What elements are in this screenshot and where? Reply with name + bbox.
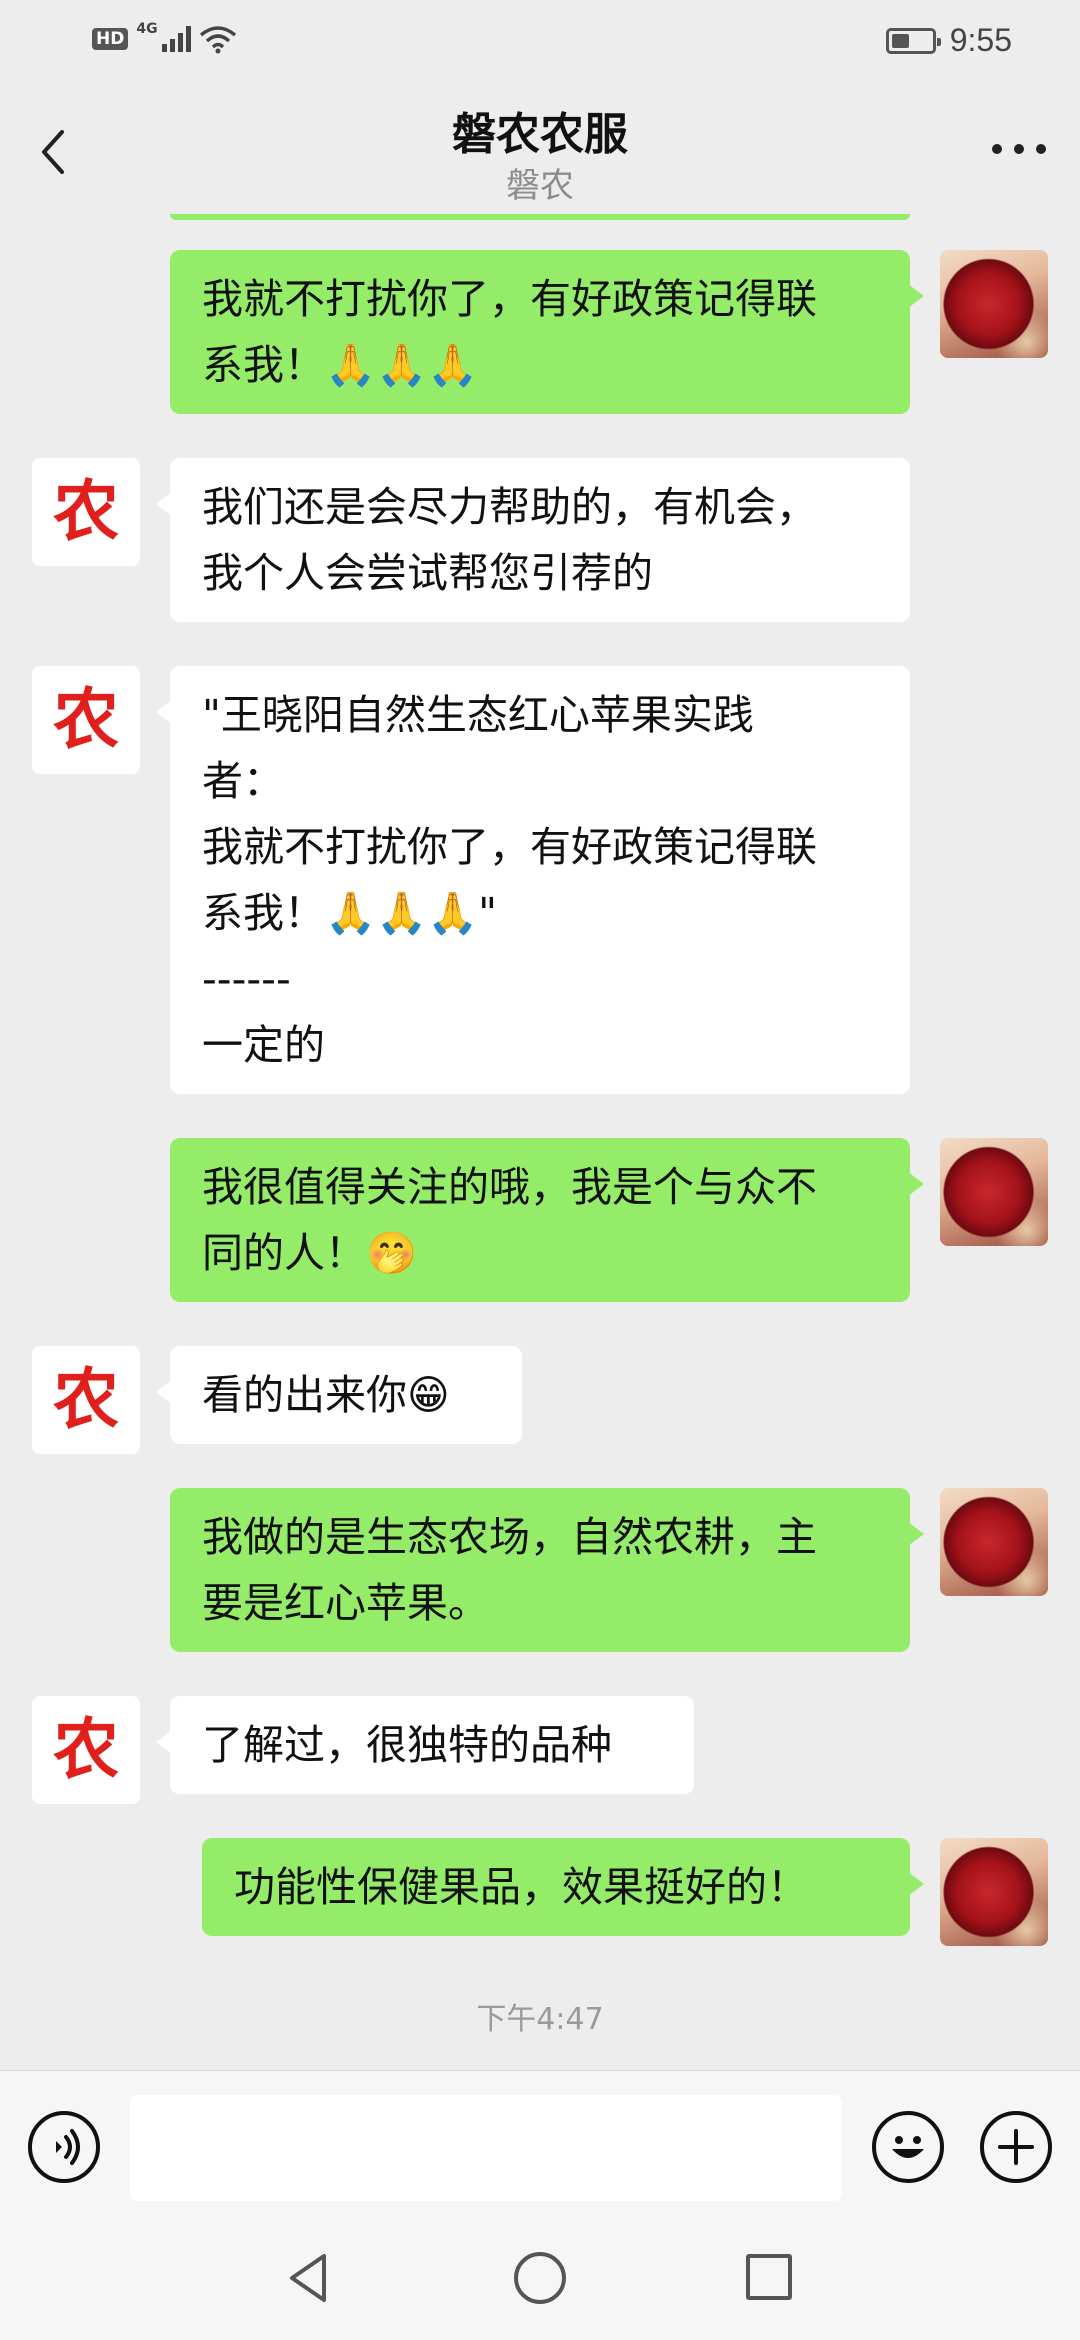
contact-avatar[interactable]: 农 bbox=[32, 666, 140, 774]
message-text: 一定的 bbox=[202, 1021, 325, 1069]
battery-level bbox=[891, 33, 909, 48]
contact-avatar[interactable]: 农 bbox=[32, 458, 140, 566]
message-text: 同的人！🤭 bbox=[202, 1229, 418, 1277]
my-avatar[interactable] bbox=[940, 1138, 1048, 1246]
message-text: 我个人会尝试帮您引荐的 bbox=[202, 549, 653, 597]
contact-avatar[interactable]: 农 bbox=[32, 1696, 140, 1804]
nav-back-icon[interactable] bbox=[280, 2248, 340, 2308]
voice-icon[interactable] bbox=[28, 2111, 100, 2183]
avatar-logo: 农 bbox=[53, 1361, 119, 1438]
nav-home-icon[interactable] bbox=[514, 2252, 566, 2304]
status-bar: HD 4G 9:55 bbox=[0, 0, 1080, 84]
message-text: 系我！🙏🙏🙏 bbox=[202, 341, 479, 389]
message-text: ------ bbox=[202, 955, 291, 1003]
clock: 9:55 bbox=[949, 22, 1012, 58]
message-timestamp: 下午4:47 bbox=[476, 2002, 604, 2037]
message-text: 者： bbox=[202, 757, 284, 805]
nav-recent-apps-icon[interactable] bbox=[746, 2254, 792, 2300]
network-type: 4G bbox=[136, 21, 158, 37]
message-text: 功能性保健果品，效果挺好的！ bbox=[234, 1863, 808, 1911]
message-bubble-sent[interactable]: 我就不打扰你了，有好政策记得联 系我！🙏🙏🙏 bbox=[170, 250, 924, 414]
message-bubble-received[interactable]: 看的出来你😁 bbox=[156, 1346, 522, 1444]
emoji-icon[interactable] bbox=[872, 2111, 944, 2183]
message-text: 我就不打扰你了，有好政策记得联 bbox=[202, 823, 817, 871]
more-dots-icon[interactable] bbox=[992, 144, 1046, 160]
message-text: 系我！🙏🙏🙏" bbox=[202, 889, 498, 937]
message-text: 我很值得关注的哦，我是个与众不 bbox=[202, 1163, 817, 1211]
hd-badge: HD bbox=[92, 28, 129, 50]
my-avatar[interactable] bbox=[940, 1838, 1048, 1946]
contact-avatar[interactable]: 农 bbox=[32, 1346, 140, 1454]
message-text: "王晓阳自然生态红心苹果实践 bbox=[202, 691, 754, 739]
message-text: 了解过，很独特的品种 bbox=[202, 1721, 612, 1769]
chat-subtitle: 磐农 bbox=[506, 166, 574, 206]
voice-glyph bbox=[56, 2129, 80, 2165]
message-text: 要是红心苹果。 bbox=[202, 1579, 489, 1627]
message-bubble-received[interactable]: 我们还是会尽力帮助的，有机会， 我个人会尝试帮您引荐的 bbox=[156, 458, 910, 622]
message-text: 看的出来你😁 bbox=[202, 1371, 450, 1419]
plus-glyph bbox=[998, 2129, 1034, 2165]
message-text: 我做的是生态农场，自然农耕，主 bbox=[202, 1513, 817, 1561]
chat-header: 磐农农服 磐农 bbox=[0, 84, 1080, 214]
status-right: 9:55 bbox=[885, 22, 1012, 59]
message-bubble-received[interactable]: 了解过，很独特的品种 bbox=[156, 1696, 694, 1794]
status-left: HD 4G bbox=[92, 21, 237, 54]
message-input[interactable] bbox=[130, 2095, 842, 2201]
message-bubble-sent[interactable]: 功能性保健果品，效果挺好的！ bbox=[202, 1838, 924, 1936]
signal-icon bbox=[161, 26, 191, 52]
message-text: 我们还是会尽力帮助的，有机会， bbox=[202, 483, 817, 531]
battery-icon bbox=[885, 27, 941, 54]
my-avatar[interactable] bbox=[940, 250, 1048, 358]
avatar-logo: 农 bbox=[53, 681, 119, 758]
avatar-logo: 农 bbox=[53, 1711, 119, 1788]
message-bubble-sent[interactable]: 我很值得关注的哦，我是个与众不 同的人！🤭 bbox=[170, 1138, 924, 1302]
input-bar bbox=[0, 2070, 1080, 2221]
system-nav-bar bbox=[0, 2220, 1080, 2340]
previous-message-edge bbox=[170, 214, 910, 220]
chat-title: 磐农农服 bbox=[452, 109, 628, 160]
message-text: 我就不打扰你了，有好政策记得联 bbox=[202, 275, 817, 323]
chat-area[interactable]: 我就不打扰你了，有好政策记得联 系我！🙏🙏🙏 农 我们还是会尽力帮助的，有机会，… bbox=[0, 214, 1080, 2070]
message-bubble-received[interactable]: "王晓阳自然生态红心苹果实践 者： 我就不打扰你了，有好政策记得联 系我！🙏🙏🙏… bbox=[156, 666, 910, 1094]
plus-icon[interactable] bbox=[980, 2111, 1052, 2183]
wifi-icon bbox=[199, 26, 236, 54]
avatar-logo: 农 bbox=[53, 473, 119, 550]
my-avatar[interactable] bbox=[940, 1488, 1048, 1596]
message-bubble-sent[interactable]: 我做的是生态农场，自然农耕，主 要是红心苹果。 bbox=[170, 1488, 924, 1652]
emoji-glyph bbox=[892, 2136, 924, 2158]
